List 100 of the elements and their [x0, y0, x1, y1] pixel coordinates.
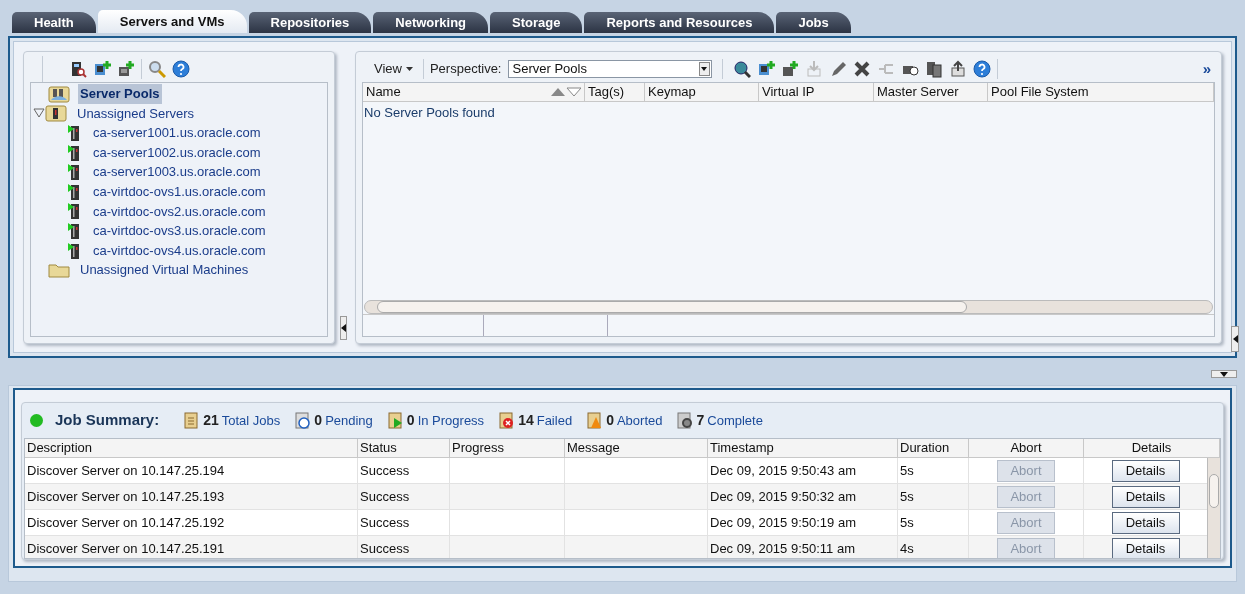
tab[interactable]: Storage	[490, 12, 583, 33]
tree-item[interactable]: ca-server1003.us.oracle.com	[91, 162, 263, 182]
table-cell-text: Dec 09, 2015 9:50:11 am	[710, 539, 856, 558]
table-cell-text: Discover Server on 10.147.25.192	[27, 513, 225, 532]
servers-icon[interactable]	[924, 60, 943, 78]
tree-item[interactable]: Unassigned Servers	[75, 103, 197, 124]
tree-item[interactable]: ca-virtdoc-ovs1.us.oracle.com	[91, 182, 268, 202]
details-button[interactable]: Details	[1111, 511, 1180, 534]
table-cell-text: Discover Server on 10.147.25.191	[27, 539, 225, 558]
server-folder-icon	[45, 104, 67, 123]
collapse-handle[interactable]	[340, 316, 347, 340]
dropdown-arrow-icon	[701, 67, 707, 71]
tree-item[interactable]: ca-virtdoc-ovs4.us.oracle.com	[91, 240, 268, 261]
table-cell-text: Dec 09, 2015 9:50:19 am	[710, 513, 856, 532]
table-cell-text: Discover Server on 10.147.25.193	[27, 487, 225, 506]
column-header[interactable]: Progress	[450, 439, 565, 457]
error-icon	[498, 411, 516, 430]
table-cell-text: Success	[360, 487, 410, 506]
help-icon[interactable]	[172, 60, 190, 78]
perspective-select[interactable]: Server Pools	[507, 60, 712, 78]
collapse-handle[interactable]	[1211, 370, 1237, 378]
column-header[interactable]: Timestamp	[708, 439, 898, 457]
column-header[interactable]: Tag(s)	[585, 83, 645, 101]
table-cell-text: 5s	[900, 461, 914, 480]
table-cell-text: Success	[360, 539, 410, 558]
server-add-icon[interactable]	[93, 60, 111, 78]
job-count-link[interactable]: Total Jobs	[221, 410, 281, 431]
job-count: 0	[606, 411, 614, 430]
tree-item[interactable]: ca-virtdoc-ovs2.us.oracle.com	[91, 201, 268, 222]
column-header[interactable]: Abort	[969, 439, 1084, 457]
table-cell-text: Success	[360, 513, 410, 532]
tree-item[interactable]: Server Pools	[78, 84, 162, 104]
vertical-scrollbar[interactable]	[1207, 458, 1220, 558]
tab[interactable]: Servers and VMs	[97, 10, 247, 33]
empty-message: No Server Pools found	[363, 104, 496, 122]
details-button[interactable]: Details	[1111, 537, 1180, 558]
server-icon	[67, 221, 81, 240]
column-header[interactable]: Pool File System	[988, 83, 1214, 101]
table-cell-text: 5s	[900, 513, 914, 532]
table-cell-text: Dec 09, 2015 9:50:32 am	[710, 487, 856, 506]
server-icon	[67, 143, 81, 162]
job-count: 14	[518, 411, 534, 430]
server-icon	[67, 182, 81, 201]
clock-icon	[294, 411, 312, 430]
column-header[interactable]: Virtual IP	[759, 83, 874, 101]
job-count-link[interactable]: Pending	[325, 410, 373, 431]
view-menu[interactable]: View	[370, 59, 417, 79]
caret-icon	[405, 67, 413, 71]
job-count: 0	[406, 411, 415, 430]
tree-item[interactable]: ca-server1001.us.oracle.com	[91, 123, 263, 143]
overflow-button[interactable]: »	[1202, 57, 1211, 81]
column-header[interactable]: Status	[358, 439, 450, 457]
help-icon[interactable]	[972, 60, 991, 78]
column-header[interactable]: Message	[565, 439, 708, 457]
tab[interactable]: Reports and Resources	[584, 12, 775, 33]
sort-arrows-icon	[551, 87, 581, 97]
tree-item[interactable]: ca-virtdoc-ovs3.us.oracle.com	[91, 221, 268, 241]
server-icon	[67, 124, 81, 142]
job-count: 7	[696, 411, 705, 430]
search-icon[interactable]	[732, 60, 751, 78]
column-header[interactable]: Duration	[898, 439, 969, 457]
server-search-icon[interactable]	[69, 60, 87, 78]
tab[interactable]: Networking	[373, 12, 489, 33]
job-count-link[interactable]: Failed	[536, 410, 573, 431]
server-icon	[67, 241, 81, 260]
server-pool-icon	[48, 84, 70, 103]
server-icon	[67, 163, 81, 182]
tab[interactable]: Repositories	[248, 12, 372, 33]
details-button[interactable]: Details	[1111, 459, 1180, 482]
tree-item[interactable]: Unassigned Virtual Machines	[78, 260, 251, 280]
table-cell-text: Discover Server on 10.147.25.194	[27, 461, 225, 480]
export-icon[interactable]	[948, 60, 967, 78]
column-header[interactable]: Description	[25, 439, 358, 457]
table-cell-text: 4s	[900, 539, 914, 558]
server-icon	[67, 202, 81, 221]
warning-icon	[586, 411, 604, 430]
column-header[interactable]: Keymap	[645, 83, 759, 101]
column-header[interactable]: Details	[1084, 439, 1220, 457]
horizontal-scrollbar[interactable]	[364, 300, 1213, 314]
column-header[interactable]: Master Server	[874, 83, 988, 101]
play-icon	[386, 411, 404, 430]
job-count-link[interactable]: Complete	[707, 410, 763, 431]
server-add-icon[interactable]	[117, 60, 135, 78]
job-count-link[interactable]: Aborted	[616, 410, 663, 431]
expanded-icon[interactable]	[33, 108, 45, 119]
delete-icon[interactable]	[852, 60, 871, 78]
gear-icon	[676, 411, 694, 430]
job-count-link[interactable]: In Progress	[417, 410, 485, 431]
table-cell-text: Success	[360, 461, 410, 480]
tree-item[interactable]: ca-server1002.us.oracle.com	[91, 142, 263, 163]
collapse-handle[interactable]	[1231, 326, 1239, 352]
job-count: 0	[314, 411, 323, 430]
details-button[interactable]: Details	[1111, 485, 1180, 508]
column-header[interactable]: Name	[363, 83, 585, 101]
job-count: 21	[203, 411, 219, 430]
tab[interactable]: Jobs	[776, 12, 851, 33]
clipboard-icon	[183, 411, 201, 430]
server-add-icon[interactable]	[756, 60, 775, 78]
server-add-icon[interactable]	[780, 60, 799, 78]
tab[interactable]: Health	[12, 12, 96, 33]
